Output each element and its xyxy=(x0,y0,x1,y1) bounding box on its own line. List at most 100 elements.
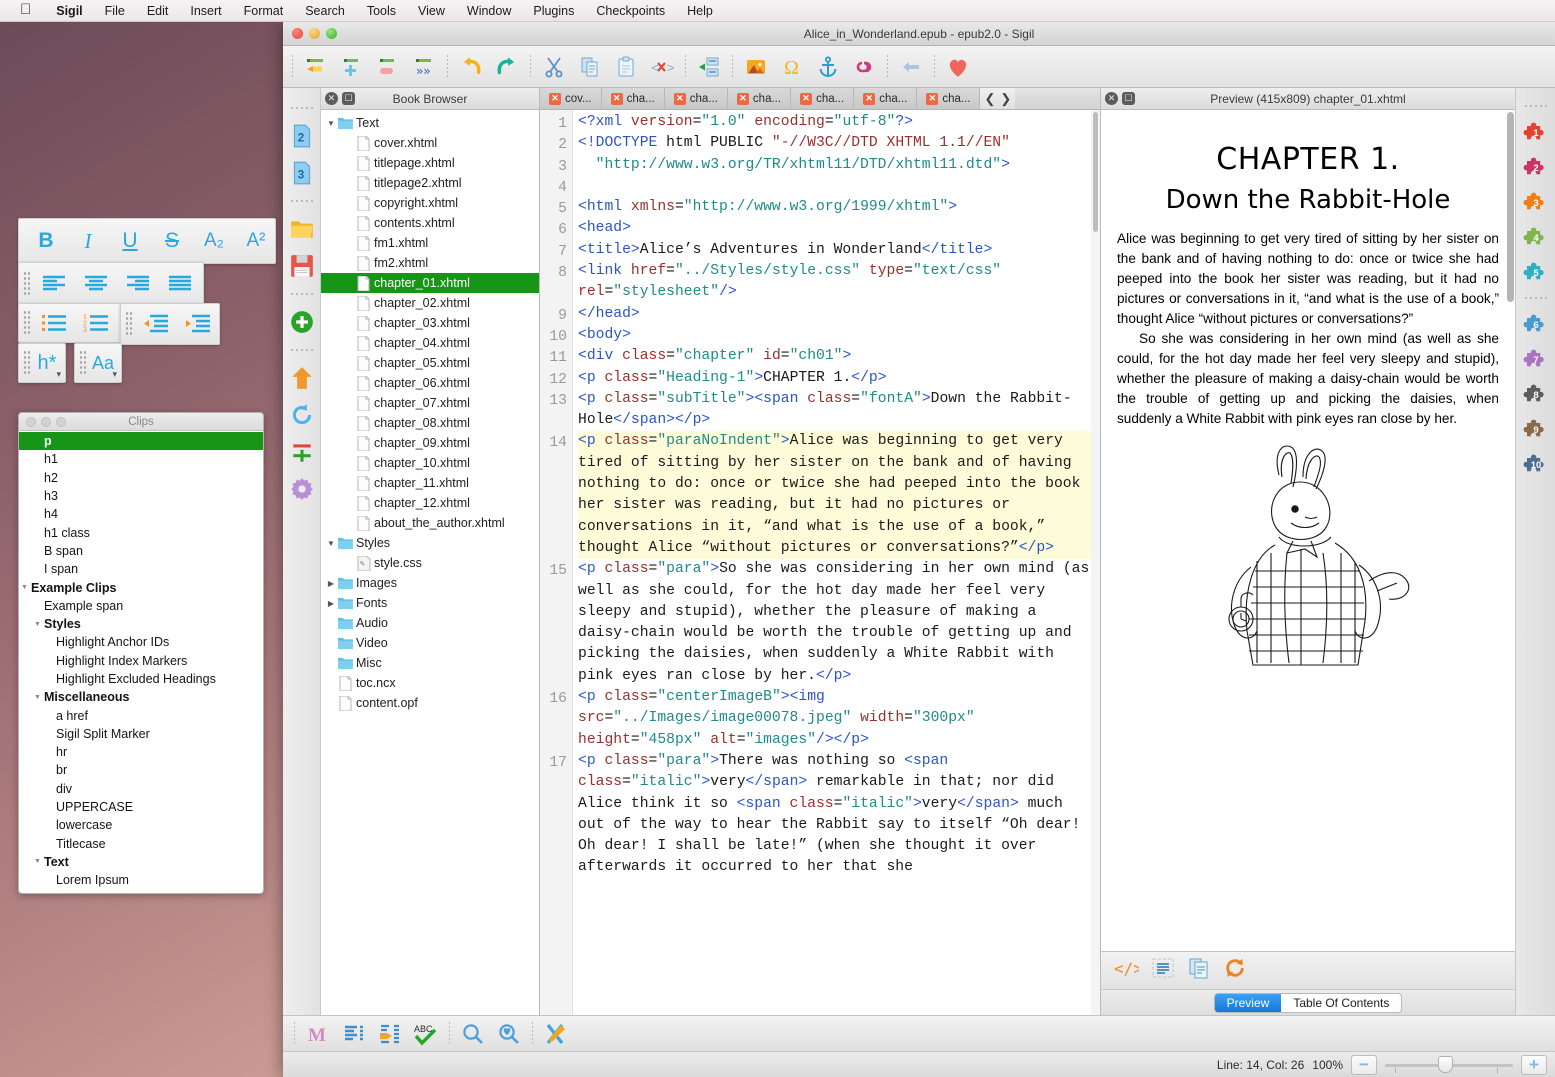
tree-item[interactable]: copyright.xhtml xyxy=(321,193,539,213)
align-justify-button[interactable] xyxy=(159,264,201,304)
superscript-button[interactable]: A² xyxy=(235,221,277,261)
preferences-gear-icon[interactable] xyxy=(287,474,317,504)
close-panel-icon[interactable]: ✕ xyxy=(325,92,338,105)
tree-item[interactable]: Misc xyxy=(321,653,539,673)
clip-item[interactable]: div xyxy=(19,780,263,798)
find-replace-icon[interactable] xyxy=(455,1016,491,1052)
tree-item[interactable]: chapter_04.xhtml xyxy=(321,333,539,353)
close-tab-icon[interactable]: ✕ xyxy=(611,93,623,105)
decrease-indent-button[interactable] xyxy=(135,304,177,344)
tree-item[interactable]: fm2.xhtml xyxy=(321,253,539,273)
plugin-6-icon[interactable]: 6 xyxy=(1521,309,1551,339)
menu-item-help[interactable]: Help xyxy=(676,4,724,18)
zoom-out-button[interactable]: − xyxy=(1351,1055,1377,1075)
chevron-down-icon[interactable]: ▼ xyxy=(31,694,44,701)
tree-item[interactable]: chapter_06.xhtml xyxy=(321,373,539,393)
open-folder-icon[interactable] xyxy=(287,214,317,244)
clip-item[interactable]: Lorem Ipsum xyxy=(19,871,263,889)
chevron-down-icon[interactable]: ▼ xyxy=(325,539,337,548)
chevron-down-icon[interactable]: ▼ xyxy=(325,119,337,128)
bullet-list-button[interactable] xyxy=(33,303,75,343)
menu-item-edit[interactable]: Edit xyxy=(136,4,180,18)
insert-link-icon[interactable] xyxy=(846,49,882,85)
preview-content[interactable]: CHAPTER 1. Down the Rabbit-Hole Alice wa… xyxy=(1101,110,1515,951)
close-tab-icon[interactable]: ✕ xyxy=(800,93,812,105)
tree-item[interactable]: chapter_07.xhtml xyxy=(321,393,539,413)
clip-item[interactable]: hr xyxy=(19,743,263,761)
menu-item-window[interactable]: Window xyxy=(456,4,522,18)
menu-item-file[interactable]: File xyxy=(94,4,136,18)
editor-scrollbar[interactable] xyxy=(1091,110,1100,1015)
menu-item-insert[interactable]: Insert xyxy=(179,4,232,18)
plugin-3-icon[interactable]: 3 xyxy=(1521,187,1551,217)
editor-tab[interactable]: ✕cov... xyxy=(540,88,602,109)
tree-item[interactable]: cover.xhtml xyxy=(321,133,539,153)
undock-panel-icon[interactable]: ☐ xyxy=(1122,92,1135,105)
tree-item[interactable]: ▼Styles xyxy=(321,533,539,553)
palette-drag-handle[interactable] xyxy=(125,311,133,337)
find-next-icon[interactable] xyxy=(491,1016,527,1052)
menu-item-tools[interactable]: Tools xyxy=(356,4,407,18)
tree-item[interactable]: titlepage.xhtml xyxy=(321,153,539,173)
add-to-favorites-icon[interactable] xyxy=(940,49,976,85)
tree-item[interactable]: chapter_10.xhtml xyxy=(321,453,539,473)
increase-indent-button[interactable] xyxy=(177,304,219,344)
clip-item[interactable]: h3 xyxy=(19,487,263,505)
plugin-5-icon[interactable]: 5 xyxy=(1521,257,1551,287)
copy-icon[interactable] xyxy=(572,49,608,85)
chevron-down-icon[interactable]: ▼ xyxy=(31,621,44,628)
back-icon[interactable] xyxy=(893,49,929,85)
toc-navigator-icon[interactable] xyxy=(372,1016,408,1052)
generate-toc-icon[interactable] xyxy=(336,1016,372,1052)
upload-icon[interactable] xyxy=(287,363,317,393)
insert-section-break-icon[interactable] xyxy=(298,49,334,85)
editor-tab[interactable]: ✕cha... xyxy=(665,88,728,109)
add-blank-section-icon[interactable] xyxy=(334,49,370,85)
clip-item[interactable]: h1 class xyxy=(19,523,263,541)
clip-item[interactable]: B span xyxy=(19,542,263,560)
copy-text-icon[interactable] xyxy=(1187,957,1211,984)
tab-navigation[interactable]: ❮ ❯ xyxy=(980,88,1015,109)
menu-item-format[interactable]: Format xyxy=(233,4,295,18)
menu-item-sigil[interactable]: Sigil xyxy=(45,4,93,18)
clip-item[interactable]: ▼Styles xyxy=(19,615,263,633)
tree-item[interactable]: ✎style.css xyxy=(321,553,539,573)
menu-item-view[interactable]: View xyxy=(407,4,456,18)
remove-formatting-icon[interactable]: < > xyxy=(644,49,680,85)
undo-icon[interactable] xyxy=(453,49,489,85)
palette-drag-handle[interactable] xyxy=(23,271,31,297)
numbered-list-button[interactable]: 123 xyxy=(75,303,117,343)
chevron-down-icon[interactable]: ▾ xyxy=(112,369,117,380)
chevron-right-icon[interactable]: ▶ xyxy=(325,599,337,608)
clip-item[interactable]: ▼Miscellaneous xyxy=(19,688,263,706)
code-editor[interactable]: 1234567891011121314151617 <?xml version=… xyxy=(540,110,1100,1015)
underline-button[interactable]: U xyxy=(109,221,151,261)
align-right-button[interactable] xyxy=(117,264,159,304)
clip-item-selected[interactable]: p xyxy=(19,432,263,450)
save-icon[interactable] xyxy=(287,251,317,281)
undock-panel-icon[interactable]: ☐ xyxy=(342,92,355,105)
insert-id-anchor-icon[interactable] xyxy=(810,49,846,85)
menu-item-plugins[interactable]: Plugins xyxy=(522,4,585,18)
book-browser-tree[interactable]: ▼Textcover.xhtmltitlepage.xhtmltitlepage… xyxy=(321,110,539,1015)
clip-item[interactable]: Highlight Index Markers xyxy=(19,652,263,670)
menu-item-search[interactable]: Search xyxy=(294,4,356,18)
clip-item[interactable]: I span xyxy=(19,560,263,578)
clip-item[interactable]: br xyxy=(19,761,263,779)
tree-item[interactable]: chapter_08.xhtml xyxy=(321,413,539,433)
tab-prev-icon[interactable]: ❮ xyxy=(984,91,995,107)
editor-tab[interactable]: ✕cha... xyxy=(854,88,917,109)
chevron-down-icon[interactable]: ▾ xyxy=(56,369,61,380)
tree-item[interactable]: fm1.xhtml xyxy=(321,233,539,253)
tree-item[interactable]: Video xyxy=(321,633,539,653)
clip-item[interactable]: a href xyxy=(19,706,263,724)
close-tab-icon[interactable]: ✕ xyxy=(863,93,875,105)
tree-item[interactable]: chapter_11.xhtml xyxy=(321,473,539,493)
cut-icon[interactable] xyxy=(536,49,572,85)
zoom-in-button[interactable]: + xyxy=(1521,1055,1547,1075)
add-remove-icon[interactable] xyxy=(287,437,317,467)
chevron-down-icon[interactable]: ▼ xyxy=(31,858,44,865)
close-tab-icon[interactable]: ✕ xyxy=(737,93,749,105)
bold-button[interactable]: B xyxy=(25,221,67,261)
clip-item[interactable]: Highlight Excluded Headings xyxy=(19,670,263,688)
